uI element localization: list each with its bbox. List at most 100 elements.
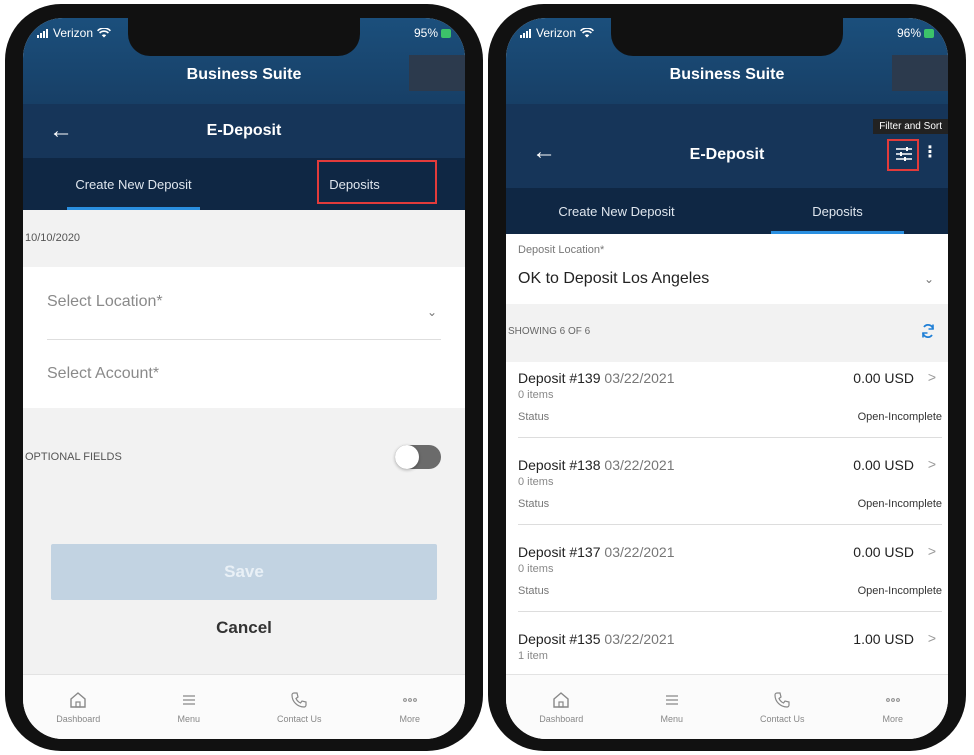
deposit-items: 0 items bbox=[518, 389, 554, 401]
optional-fields-toggle[interactable] bbox=[395, 445, 441, 469]
hamburger-icon bbox=[179, 690, 199, 710]
chevron-down-icon: ⌄ bbox=[923, 272, 934, 286]
house-icon bbox=[68, 690, 88, 710]
list-item[interactable]: Deposit #139 03/22/2021 0.00 USD > 0 ite… bbox=[506, 362, 948, 449]
location-placeholder: Select Location* bbox=[47, 293, 163, 310]
page-title: E-Deposit bbox=[206, 122, 282, 139]
wifi-icon bbox=[97, 28, 111, 38]
nav-more[interactable]: More bbox=[858, 690, 928, 724]
hamburger-icon bbox=[662, 690, 682, 710]
chevron-right-icon: > bbox=[927, 369, 936, 385]
nav-contact-us[interactable]: Contact Us bbox=[264, 690, 334, 724]
divider bbox=[518, 611, 942, 612]
deposit-location-value: OK to Deposit Los Angeles bbox=[518, 270, 710, 287]
bottom-nav: Dashboard Menu Contact Us More bbox=[506, 674, 948, 739]
chevron-down-icon: ⌄ bbox=[426, 305, 437, 319]
nav-menu-label: Menu bbox=[177, 714, 200, 724]
account-placeholder: Select Account* bbox=[47, 365, 160, 382]
tab-create-label: Create New Deposit bbox=[75, 176, 192, 192]
tab-create-label: Create New Deposit bbox=[558, 203, 675, 219]
deposit-items: 0 items bbox=[518, 476, 554, 488]
divider bbox=[518, 524, 942, 525]
signal-icon bbox=[520, 28, 532, 38]
nav-menu[interactable]: Menu bbox=[154, 690, 224, 724]
notch bbox=[128, 18, 360, 56]
chevron-right-icon: > bbox=[927, 543, 936, 559]
status-value: Open-Incomplete bbox=[857, 411, 942, 423]
deposit-location-label: Deposit Location* bbox=[518, 244, 605, 256]
page-title: E-Deposit bbox=[689, 146, 765, 163]
account-select[interactable]: Select Account* bbox=[47, 339, 441, 408]
notch bbox=[611, 18, 843, 56]
phone-icon bbox=[289, 690, 309, 710]
deposit-title: Deposit #138 03/22/2021 bbox=[518, 457, 675, 473]
deposit-amount: 1.00 USD bbox=[853, 631, 914, 647]
nav-more[interactable]: More bbox=[375, 690, 445, 724]
status-label: Status bbox=[518, 411, 550, 423]
signal-icon bbox=[37, 28, 49, 38]
battery-icon bbox=[924, 28, 934, 38]
date-row: 10/10/2020 bbox=[23, 210, 465, 267]
nav-dashboard-label: Dashboard bbox=[539, 714, 584, 724]
edeposit-header: ← E-Deposit ⋮ bbox=[506, 104, 948, 188]
filter-sort-tooltip: Filter and Sort bbox=[873, 119, 948, 134]
more-dots-icon bbox=[883, 690, 903, 710]
nav-dashboard[interactable]: Dashboard bbox=[43, 690, 113, 724]
list-item[interactable]: Deposit #138 03/22/2021 0.00 USD > 0 ite… bbox=[506, 449, 948, 536]
status-label: Status bbox=[518, 585, 550, 597]
phone-icon bbox=[772, 690, 792, 710]
status-label: Status bbox=[518, 498, 550, 510]
nav-contact-us[interactable]: Contact Us bbox=[747, 690, 817, 724]
status-value: Open-Incomplete bbox=[857, 585, 942, 597]
deposit-amount: 0.00 USD bbox=[853, 370, 914, 386]
chevron-right-icon: > bbox=[927, 456, 936, 472]
showing-row: SHOWING 6 OF 6 bbox=[506, 304, 948, 362]
phone-right: Business Suite Verizon 96% ← E-Deposit ⋮… bbox=[488, 4, 966, 751]
deposit-title: Deposit #139 03/22/2021 bbox=[518, 370, 675, 386]
battery-percent: 96% bbox=[896, 26, 921, 40]
deposit-items: 0 items bbox=[518, 563, 554, 575]
edeposit-header: ← E-Deposit bbox=[23, 104, 465, 158]
tab-deposits-label: Deposits bbox=[812, 203, 863, 219]
tab-create-new-deposit[interactable]: Create New Deposit bbox=[23, 158, 244, 210]
deposit-title: Deposit #135 03/22/2021 bbox=[518, 631, 675, 647]
save-button[interactable]: Save bbox=[51, 544, 437, 600]
nav-menu[interactable]: Menu bbox=[637, 690, 707, 724]
nav-more-label: More bbox=[399, 714, 420, 724]
tab-create-new-deposit[interactable]: Create New Deposit bbox=[506, 188, 727, 234]
carrier-name: Verizon bbox=[53, 26, 94, 40]
fields-panel: Select Location* ⌄ Select Account* bbox=[23, 267, 465, 408]
screen-left: Business Suite Verizon 95% ← E-Deposit C… bbox=[23, 18, 465, 739]
nav-menu-label: Menu bbox=[660, 714, 683, 724]
deposit-amount: 0.00 USD bbox=[853, 544, 914, 560]
toggle-knob bbox=[395, 445, 419, 469]
deposit-items: 1 item bbox=[518, 650, 548, 662]
cancel-button[interactable]: Cancel bbox=[23, 618, 465, 638]
location-select[interactable]: Select Location* ⌄ bbox=[47, 267, 441, 340]
screen-right: Business Suite Verizon 96% ← E-Deposit ⋮… bbox=[506, 18, 948, 739]
date-text: 10/10/2020 bbox=[25, 232, 81, 244]
deposit-list: Deposit #139 03/22/2021 0.00 USD > 0 ite… bbox=[506, 362, 948, 683]
nav-dashboard-label: Dashboard bbox=[56, 714, 101, 724]
divider bbox=[518, 437, 942, 438]
chevron-right-icon: > bbox=[927, 630, 936, 646]
list-item[interactable]: Deposit #137 03/22/2021 0.00 USD > 0 ite… bbox=[506, 536, 948, 623]
status-value: Open-Incomplete bbox=[857, 498, 942, 510]
kebab-menu-icon[interactable]: ⋮ bbox=[922, 142, 938, 162]
more-dots-icon bbox=[400, 690, 420, 710]
suite-header-block bbox=[892, 55, 948, 91]
battery-icon bbox=[441, 28, 451, 38]
tab-deposits[interactable]: Deposits bbox=[727, 188, 948, 234]
suite-title: Business Suite bbox=[186, 66, 302, 83]
deposits-tab-highlight bbox=[317, 160, 437, 204]
optional-fields-label: OPTIONAL FIELDS bbox=[25, 451, 122, 463]
nav-dashboard[interactable]: Dashboard bbox=[526, 690, 596, 724]
filter-highlight bbox=[887, 139, 919, 171]
refresh-icon[interactable] bbox=[920, 323, 936, 342]
carrier-name: Verizon bbox=[536, 26, 577, 40]
showing-count: SHOWING 6 OF 6 bbox=[508, 326, 591, 337]
suite-title: Business Suite bbox=[669, 66, 785, 83]
deposit-location-select[interactable]: Deposit Location* OK to Deposit Los Ange… bbox=[506, 234, 948, 304]
nav-contact-label: Contact Us bbox=[276, 714, 322, 724]
phone-left: Business Suite Verizon 95% ← E-Deposit C… bbox=[5, 4, 483, 751]
